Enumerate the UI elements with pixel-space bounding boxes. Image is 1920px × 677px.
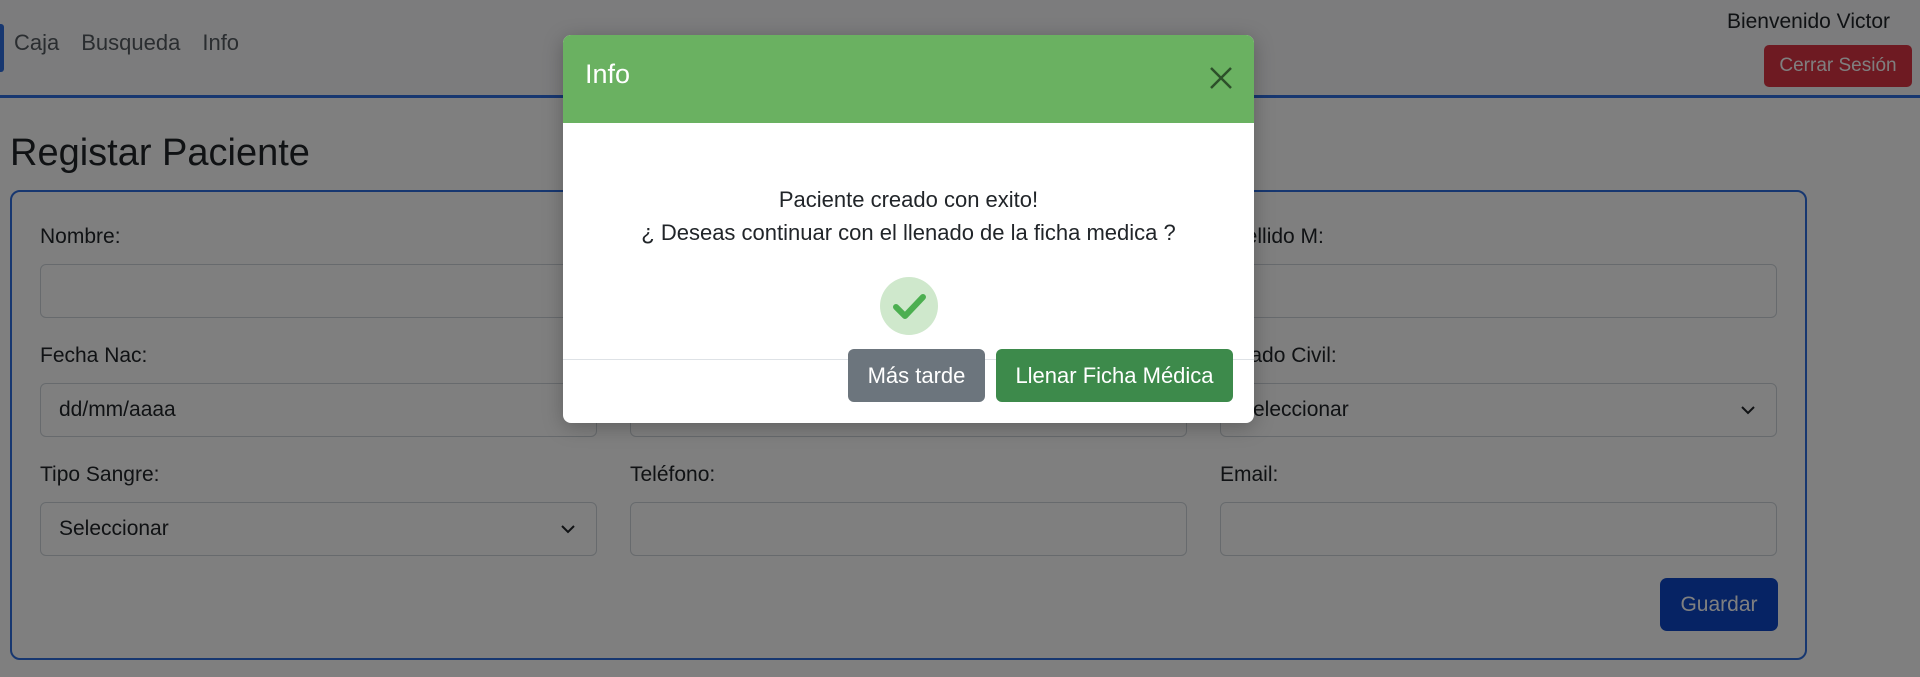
modal-body: Paciente creado con exito! ¿ Deseas cont… [563,123,1254,360]
info-modal: Info Paciente creado con exito! ¿ Deseas… [563,35,1254,423]
success-check-icon [880,277,938,335]
continue-question: ¿ Deseas continuar con el llenado de la … [641,220,1176,245]
success-message: Paciente creado con exito! [778,187,1039,212]
modal-header: Info [563,35,1254,123]
fill-medical-record-button[interactable]: Llenar Ficha Médica [996,349,1233,402]
later-button[interactable]: Más tarde [848,349,985,402]
close-icon[interactable] [1206,63,1236,93]
modal-title: Info [585,59,631,89]
